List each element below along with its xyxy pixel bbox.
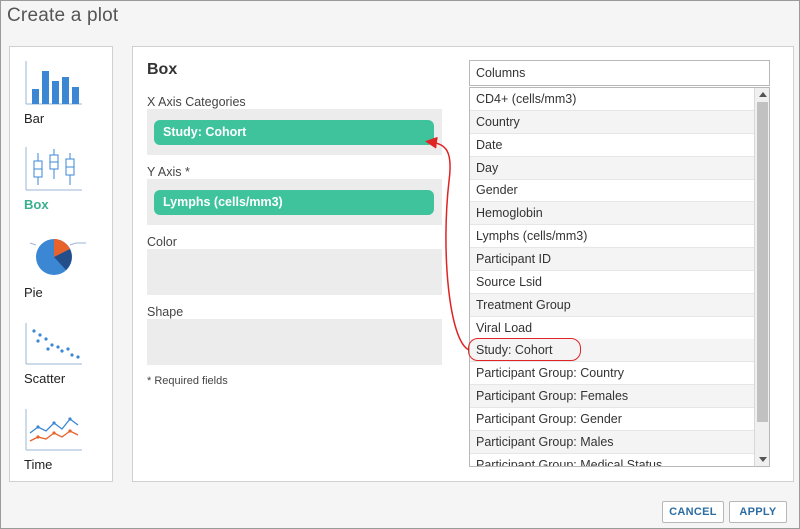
column-item[interactable]: Participant Group: Gender [470, 408, 754, 431]
column-item[interactable]: Viral Load [470, 317, 754, 340]
plot-type-heading: Box [147, 61, 178, 78]
x-axis-dropzone[interactable]: Study: Cohort [147, 109, 442, 155]
column-item[interactable]: Gender [470, 179, 754, 203]
columns-header[interactable]: Columns [469, 60, 754, 86]
time-chart-icon [25, 409, 82, 451]
shape-dropzone[interactable] [147, 319, 442, 365]
column-item[interactable]: Country [470, 110, 754, 134]
column-item[interactable]: Day [470, 156, 754, 180]
apply-button[interactable]: APPLY [729, 501, 787, 523]
plot-config-panel: Box X Axis Categories Study: Cohort Y Ax… [132, 46, 794, 482]
shape-label: Shape [147, 305, 184, 319]
dialog-title: Create a plot [7, 5, 119, 26]
plot-type-label-bar: Bar [24, 111, 45, 126]
pie-chart-icon [29, 239, 86, 275]
bar-chart-icon [25, 61, 82, 105]
plot-type-scatter[interactable]: Scatter [10, 319, 112, 403]
plot-type-label-pie: Pie [24, 285, 43, 300]
column-item[interactable]: Treatment Group [470, 293, 754, 317]
plot-type-time[interactable]: Time [10, 405, 112, 489]
scroll-up-icon[interactable] [759, 92, 767, 97]
column-item[interactable]: Hemoglobin [470, 202, 754, 226]
columns-list[interactable]: CD4+ (cells/mm3) Country Date Day Gender Hemo… [469, 87, 770, 467]
plot-type-label-box: Box [24, 197, 49, 212]
y-axis-field-pill[interactable]: Lymphs (cells/mm3) [154, 190, 434, 215]
column-item[interactable]: Study: Cohort [470, 339, 754, 363]
plot-type-label-scatter: Scatter [24, 371, 66, 386]
column-item[interactable]: Source Lsid [470, 271, 754, 294]
column-item[interactable]: Participant Group: Females [470, 385, 754, 409]
column-item[interactable]: Lymphs (cells/mm3) [470, 225, 754, 249]
column-item[interactable]: CD4+ (cells/mm3) [470, 88, 754, 111]
x-axis-label: X Axis Categories [147, 95, 246, 109]
cancel-button[interactable]: CANCEL [662, 501, 724, 523]
columns-scrollbar[interactable] [754, 88, 769, 466]
create-plot-dialog: Create a plot Bar Box Pie Scatter Time B… [0, 0, 800, 529]
column-item[interactable]: Participant ID [470, 247, 754, 271]
plot-type-box[interactable]: Box [10, 145, 112, 229]
plot-type-label-time: Time [24, 457, 53, 472]
column-item[interactable]: Date [470, 134, 754, 157]
y-axis-label: Y Axis * [147, 165, 190, 179]
plot-type-pie[interactable]: Pie [10, 233, 112, 317]
column-item[interactable]: Participant Group: Males [470, 430, 754, 454]
plot-type-sidebar: Bar Box Pie Scatter Time [9, 46, 113, 482]
column-item[interactable]: Participant Group: Country [470, 362, 754, 386]
plot-type-bar[interactable]: Bar [10, 59, 112, 143]
required-fields-note: * Required fields [147, 375, 228, 387]
scroll-down-icon[interactable] [759, 457, 767, 462]
y-axis-dropzone[interactable]: Lymphs (cells/mm3) [147, 179, 442, 225]
box-plot-icon [25, 147, 82, 191]
color-label: Color [147, 235, 177, 249]
scrollbar-thumb[interactable] [757, 102, 768, 422]
columns-header-corner [752, 60, 770, 86]
color-dropzone[interactable] [147, 249, 442, 295]
x-axis-field-pill[interactable]: Study: Cohort [154, 120, 434, 145]
scatter-plot-icon [25, 323, 82, 365]
column-item[interactable]: Participant Group: Medical Status [470, 454, 754, 466]
